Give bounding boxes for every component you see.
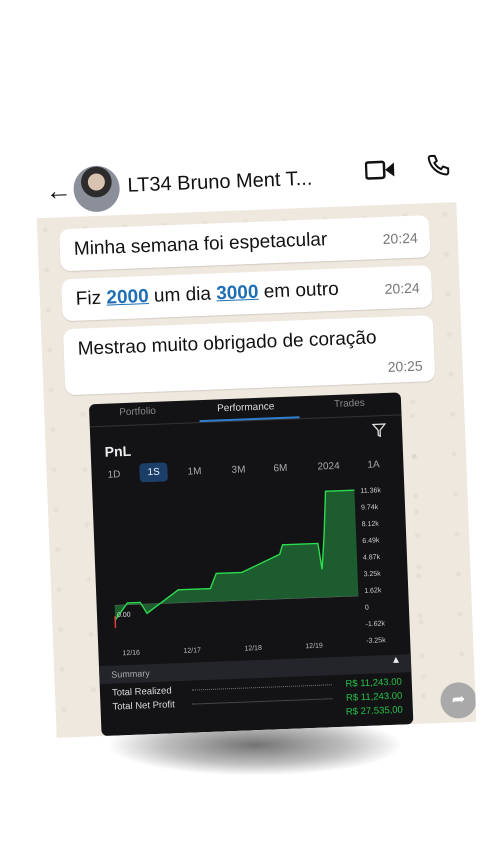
message-text: Fiz 2000 um dia 3000 em outro bbox=[75, 278, 340, 310]
y-tick-label: 8.12k bbox=[362, 521, 380, 529]
contact-name[interactable]: LT34 Bruno Ment T... bbox=[127, 168, 313, 198]
active-tab-indicator bbox=[199, 416, 300, 423]
pnl-chart: 0.00 11.36k 9.74k 8.12k 6.49k 4.87k 3.25k 1.62k… bbox=[114, 487, 386, 658]
phone-number-link[interactable]: 2000 bbox=[106, 286, 149, 309]
dotted-leader bbox=[191, 684, 332, 691]
range-2024: 2024 bbox=[317, 460, 340, 473]
tab-performance: Performance bbox=[216, 401, 275, 415]
video-call-icon[interactable] bbox=[364, 158, 396, 181]
whatsapp-screenshot-card: ← LT34 Bruno Ment T... Minha semana foi … bbox=[33, 122, 477, 738]
tab-portfolio: Portfolio bbox=[119, 405, 157, 419]
x-tick-label: 12/16 bbox=[122, 650, 140, 658]
x-tick-label: 12/17 bbox=[183, 647, 201, 655]
summary-row-value: R$ 11,243.00 bbox=[345, 690, 403, 704]
summary-row-value: R$ 11,243.00 bbox=[345, 676, 402, 690]
phone-number-link[interactable]: 3000 bbox=[216, 282, 259, 305]
phone-icon[interactable] bbox=[427, 152, 452, 177]
y-tick-label: 6.49k bbox=[362, 537, 380, 545]
message-time: 20:24 bbox=[382, 229, 419, 247]
summary-row-value: R$ 27.535,00 bbox=[345, 704, 404, 718]
summary-label: Summary bbox=[111, 668, 150, 680]
range-1m: 1M bbox=[187, 466, 202, 478]
y-tick-label: -3.25k bbox=[366, 637, 386, 645]
message-text: Minha semana foi espetacular bbox=[73, 229, 328, 260]
summary-row-label: Total Realized bbox=[111, 685, 172, 699]
y-tick-label: 3.25k bbox=[364, 571, 382, 579]
back-arrow-icon[interactable]: ← bbox=[45, 175, 72, 207]
forward-icon[interactable]: ➦ bbox=[439, 681, 477, 720]
y-tick-label: 9.74k bbox=[361, 504, 379, 512]
tab-trades: Trades bbox=[333, 397, 366, 410]
range-6m: 6M bbox=[273, 462, 288, 475]
range-1s: 1S bbox=[139, 462, 169, 483]
y-tick-label: 4.87k bbox=[363, 554, 381, 562]
range-1d: 1D bbox=[107, 469, 121, 481]
start-value-label: 0.00 bbox=[117, 612, 131, 620]
message-time: 20:25 bbox=[387, 357, 423, 375]
x-tick-label: 12/19 bbox=[305, 643, 323, 651]
pnl-title: PnL bbox=[104, 442, 132, 460]
y-tick-label: 0 bbox=[365, 604, 369, 611]
message-time: 20:24 bbox=[384, 279, 420, 297]
chat-area: Minha semana foi espetacular 20:24 Fiz 2… bbox=[36, 202, 477, 738]
screenshot-tabs: Portfolio Performance Trades bbox=[88, 392, 402, 428]
summary-row-label: Total Net Profit bbox=[112, 699, 176, 713]
range-1a: 1A bbox=[367, 459, 380, 471]
avatar[interactable] bbox=[72, 165, 121, 213]
dotted-leader bbox=[192, 698, 333, 705]
filter-icon bbox=[371, 423, 387, 438]
y-tick-label: -1.62k bbox=[365, 620, 385, 628]
y-tick-label: 11.36k bbox=[360, 487, 381, 495]
message-bubble[interactable]: Minha semana foi espetacular 20:24 bbox=[59, 215, 431, 272]
image-message[interactable]: Portfolio Performance Trades PnL 1D 1S 1… bbox=[88, 392, 414, 737]
collapse-caret-icon: ▲ bbox=[390, 654, 402, 666]
y-tick-label: 1.62k bbox=[364, 587, 382, 595]
message-text: Mestrao muito obrigado de coração bbox=[77, 327, 377, 360]
message-bubble[interactable]: Fiz 2000 um dia 3000 em outro 20:24 bbox=[61, 265, 433, 322]
range-3m: 3M bbox=[231, 464, 246, 476]
message-bubble[interactable]: Mestrao muito obrigado de coração 20:25 bbox=[62, 315, 436, 396]
x-tick-label: 12/18 bbox=[244, 645, 262, 653]
